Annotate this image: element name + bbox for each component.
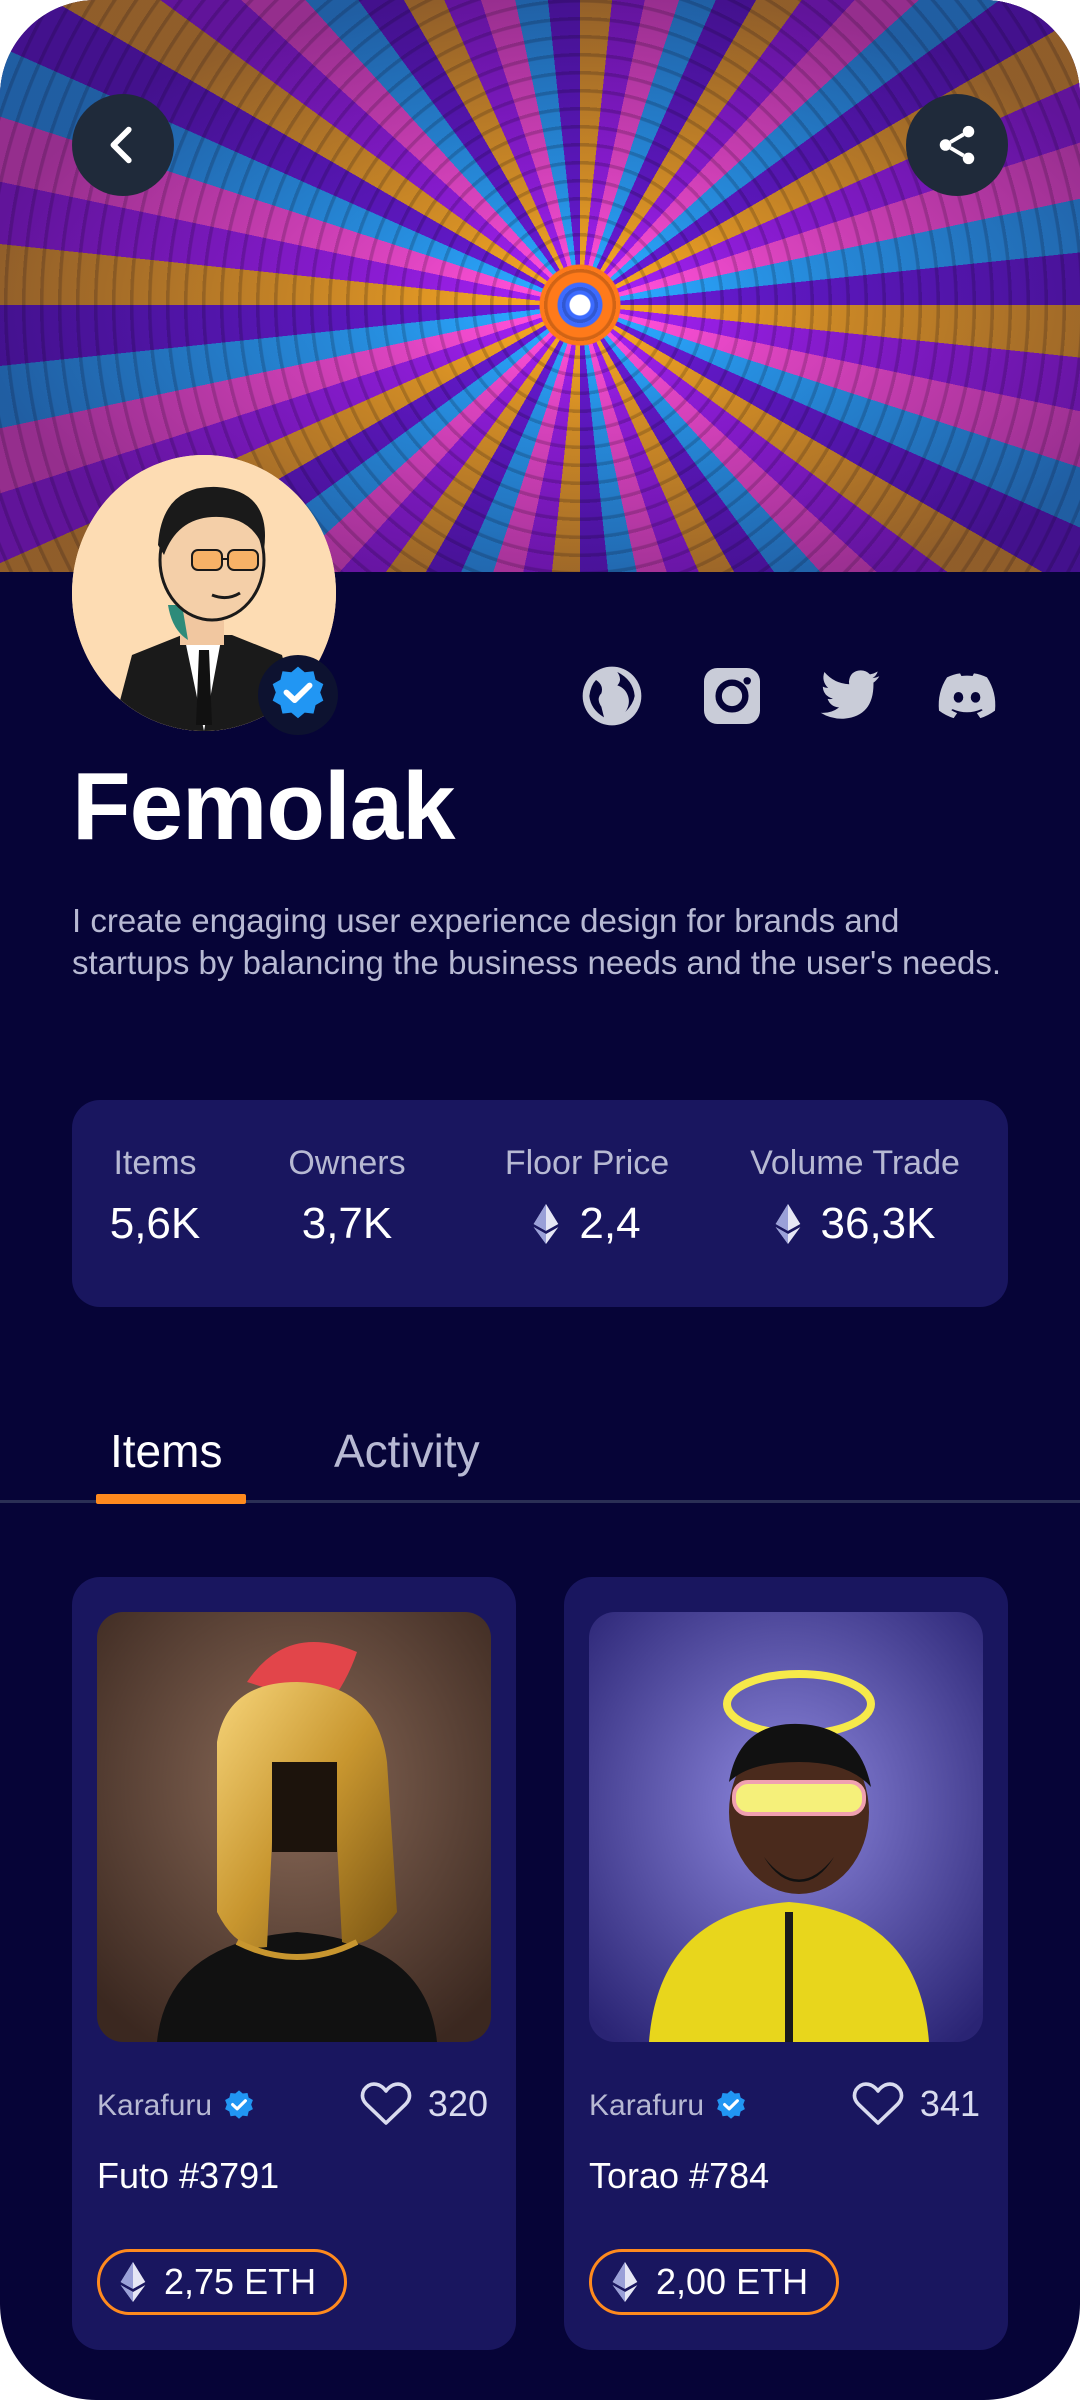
verified-badge: [258, 655, 338, 735]
tab-items[interactable]: Items: [110, 1424, 222, 1478]
halo-character-artwork: [589, 1612, 983, 2042]
verified-icon: [717, 2090, 745, 2119]
discord-icon: [938, 673, 996, 719]
like-count: 341: [919, 2083, 980, 2124]
stat-label: Floor Price: [504, 1144, 670, 1182]
stat-floor-price: Floor Price 2,4: [472, 1144, 702, 1249]
instagram-icon: [704, 668, 760, 724]
profile-bio: I create engaging user experience design…: [72, 902, 1002, 981]
price-badge[interactable]: 2,00 ETH: [589, 2249, 840, 2315]
profile-screen: Femolak I create engaging user experienc…: [0, 0, 1080, 2400]
stat-label: Owners: [288, 1144, 406, 1182]
nft-image: [97, 1612, 491, 2042]
discord-link[interactable]: [935, 664, 999, 728]
stat-value: 5,6K: [109, 1199, 201, 1248]
share-icon: [939, 125, 975, 165]
instagram-link[interactable]: [700, 664, 764, 728]
like-button[interactable]: 320: [360, 2081, 488, 2127]
creator-name[interactable]: Karafuru: [97, 2089, 256, 2123]
back-button[interactable]: [72, 94, 174, 196]
website-link[interactable]: [580, 664, 644, 728]
nft-title: Torao #784: [589, 2155, 770, 2196]
globe-icon: [582, 666, 642, 726]
nft-card[interactable]: Karafuru 341 Torao #784 2,00 ETH: [564, 1577, 1008, 2350]
stat-items: Items 5,6K: [100, 1144, 210, 1249]
verified-icon: [225, 2090, 253, 2119]
stat-value: 36,3K: [720, 1199, 990, 1249]
stats-panel: Items 5,6K Owners 3,7K Floor Price 2,4 V…: [72, 1100, 1008, 1307]
profile-name: Femolak: [72, 753, 455, 860]
like-count: 320: [427, 2083, 488, 2124]
verified-icon: [272, 666, 324, 719]
stat-owners: Owners 3,7K: [272, 1144, 422, 1249]
heart-icon: [852, 2082, 904, 2125]
active-tab-indicator: [96, 1494, 246, 1504]
tab-activity[interactable]: Activity: [334, 1424, 480, 1478]
stat-value: 2,4: [472, 1199, 702, 1249]
twitter-icon: [820, 670, 880, 719]
twitter-link[interactable]: [818, 664, 882, 728]
chevron-left-icon: [110, 126, 132, 164]
eth-icon: [612, 2262, 638, 2302]
stat-label: Volume Trade: [750, 1144, 960, 1182]
eth-icon: [534, 1204, 559, 1244]
creator-name[interactable]: Karafuru: [589, 2089, 748, 2123]
share-button[interactable]: [906, 94, 1008, 196]
spartan-helmet-artwork: [97, 1612, 491, 2042]
eth-icon: [120, 2262, 146, 2302]
stat-value: 3,7K: [301, 1199, 393, 1248]
nft-title: Futo #3791: [97, 2155, 280, 2196]
stat-label: Items: [113, 1144, 197, 1182]
nft-card[interactable]: Karafuru 320 Futo #3791 2,75 ETH: [72, 1577, 516, 2350]
eth-icon: [775, 1204, 800, 1244]
stat-volume-trade: Volume Trade 36,3K: [720, 1144, 990, 1249]
nft-image: [589, 1612, 983, 2042]
heart-icon: [360, 2082, 412, 2125]
price-badge[interactable]: 2,75 ETH: [97, 2249, 348, 2315]
like-button[interactable]: 341: [852, 2081, 980, 2127]
